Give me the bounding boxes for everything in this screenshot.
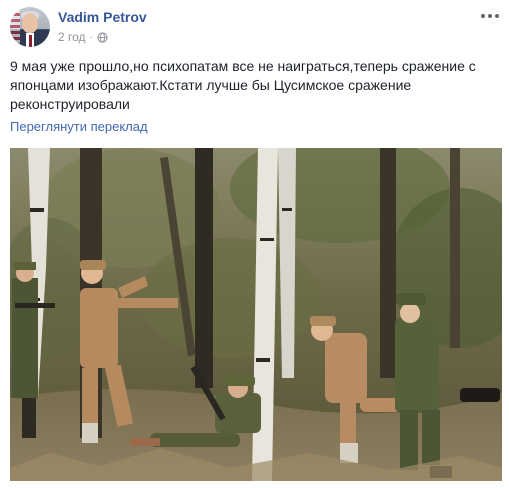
see-translation-link[interactable]: Переглянути переклад [10,119,148,134]
meta-separator: · [89,31,93,43]
more-options-icon[interactable] [479,8,501,24]
more-dot [488,14,492,18]
facebook-post: Vadim Petrov 2 год · 9 мая уже прошло,но… [0,0,509,488]
globe-icon[interactable] [97,31,108,43]
author-avatar[interactable] [10,7,50,47]
author-name-link[interactable]: Vadim Petrov [58,9,147,25]
post-timestamp[interactable]: 2 год [58,30,86,44]
more-dot [481,14,485,18]
reenactment-photo [10,148,502,481]
more-dot [495,14,499,18]
post-meta: 2 год · [58,30,108,44]
avatar-flag-backdrop [10,7,20,47]
post-text: 9 мая уже прошло,но психопатам все не на… [10,58,476,112]
avatar-tie [28,35,32,47]
avatar-face [22,13,38,33]
post-photo[interactable] [10,148,502,481]
